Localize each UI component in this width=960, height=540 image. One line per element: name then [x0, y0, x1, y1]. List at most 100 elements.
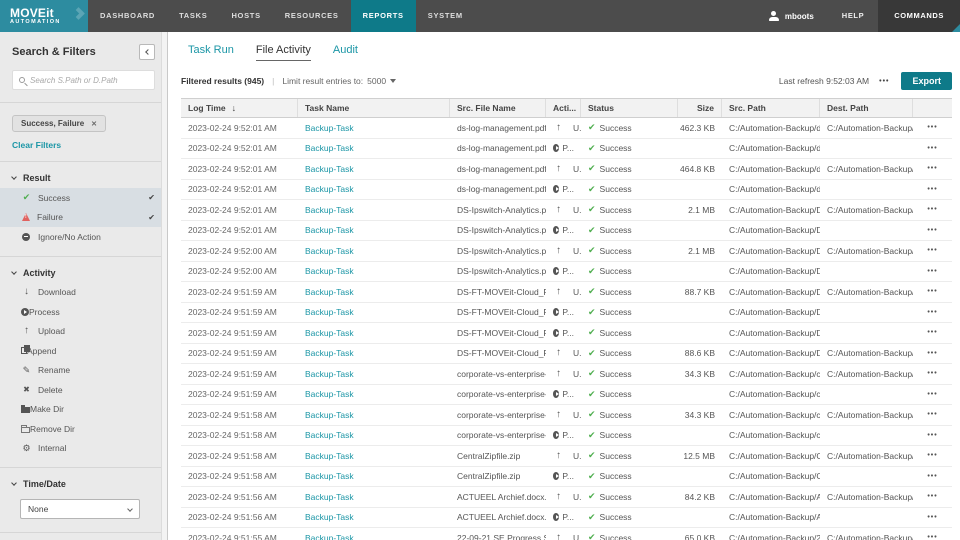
task-name-link[interactable]: Backup-Task [305, 430, 354, 440]
row-actions-button[interactable]: ••• [927, 309, 937, 316]
row-actions-button[interactable]: ••• [927, 247, 937, 254]
clear-filters-link[interactable]: Clear Filters [12, 140, 61, 150]
activity-filter-upload[interactable]: ↑Upload [0, 322, 167, 342]
column-header[interactable]: Status [581, 99, 678, 117]
task-name-link[interactable]: Backup-Task [305, 369, 354, 379]
task-name-link[interactable]: Backup-Task [305, 164, 354, 174]
row-actions-button[interactable]: ••• [927, 227, 937, 234]
row-actions-button[interactable]: ••• [927, 534, 937, 540]
activity-filter-make-dir[interactable]: Make Dir [0, 400, 167, 420]
row-actions-button[interactable]: ••• [927, 165, 937, 172]
task-name-link[interactable]: Backup-Task [305, 123, 354, 133]
chip-remove-icon[interactable]: ✕ [91, 120, 97, 128]
row-actions-button[interactable]: ••• [927, 206, 937, 213]
limit-entries-dropdown[interactable]: Limit result entries to: 5000 [282, 76, 396, 86]
table-row: 2023-02-24 9:51:55 AM Backup-Task 22-09-… [181, 528, 952, 540]
commands-button[interactable]: COMMANDS [878, 0, 960, 32]
row-actions-button[interactable]: ••• [927, 493, 937, 500]
sort-desc-icon[interactable]: ↓ [232, 103, 237, 113]
column-header[interactable]: Size [678, 99, 722, 117]
task-name-link[interactable]: Backup-Task [305, 287, 354, 297]
row-actions-button[interactable]: ••• [927, 370, 937, 377]
tab-task-run[interactable]: Task Run [188, 44, 234, 61]
nav-item-system[interactable]: SYSTEM [416, 0, 475, 32]
user-menu[interactable]: mboots [755, 0, 828, 32]
activity-filter-download[interactable]: ↓Download [0, 283, 167, 303]
row-actions-button[interactable]: ••• [927, 411, 937, 418]
result-filter-success[interactable]: ✔Success ✔ [0, 188, 167, 208]
app-logo[interactable]: MOVEit AUTOMATION [0, 0, 88, 32]
help-button[interactable]: HELP [828, 0, 878, 32]
column-header[interactable]: Dest. Path [820, 99, 913, 117]
task-name-link[interactable]: Backup-Task [305, 492, 354, 502]
activity-filter-rename[interactable]: ✎Rename [0, 361, 167, 381]
task-name-link[interactable]: Backup-Task [305, 205, 354, 215]
column-header[interactable]: Src. File Name [450, 99, 546, 117]
result-filter-ignore-no-action[interactable]: Ignore/No Action [0, 227, 167, 247]
activity-section-header[interactable]: Activity [0, 264, 167, 283]
task-name-link[interactable]: Backup-Task [305, 307, 354, 317]
column-header[interactable]: Src. Path [722, 99, 820, 117]
task-name-link[interactable]: Backup-Task [305, 451, 354, 461]
row-actions-button[interactable]: ••• [927, 288, 937, 295]
task-name-link[interactable]: Backup-Task [305, 143, 354, 153]
column-header[interactable]: Acti... [546, 99, 581, 117]
activity-filter-append[interactable]: Append [0, 341, 167, 361]
timedate-section-header[interactable]: Time/Date [0, 475, 167, 494]
column-header[interactable] [913, 99, 952, 117]
task-name-link[interactable]: Backup-Task [305, 246, 354, 256]
cell-size [678, 426, 722, 446]
filter-chip[interactable]: Success, Failure ✕ [12, 115, 106, 132]
task-name-link[interactable]: Backup-Task [305, 512, 354, 522]
row-actions-button[interactable]: ••• [927, 145, 937, 152]
row-actions-button[interactable]: ••• [927, 514, 937, 521]
row-actions-button[interactable]: ••• [927, 452, 937, 459]
tab-audit[interactable]: Audit [333, 44, 358, 61]
row-actions-button[interactable]: ••• [927, 350, 937, 357]
task-name-link[interactable]: Backup-Task [305, 533, 354, 540]
cell-src-file-name: ds-log-management.pdf [450, 159, 546, 179]
activity-filter-remove-dir[interactable]: Remove Dir [0, 419, 167, 439]
task-name-link[interactable]: Backup-Task [305, 225, 354, 235]
row-actions-button[interactable]: ••• [927, 432, 937, 439]
cell-dest-path: C:/Automation-Backup/Ba... [820, 159, 913, 179]
sidebar-collapse-button[interactable] [139, 44, 155, 60]
nav-item-hosts[interactable]: HOSTS [219, 0, 272, 32]
task-name-link[interactable]: Backup-Task [305, 389, 354, 399]
row-actions-button[interactable]: ••• [927, 268, 937, 275]
cell-src-path: C:/Automation-Backup/ds... [722, 180, 820, 200]
column-header[interactable]: Task Name [298, 99, 450, 117]
row-actions-button[interactable]: ••• [927, 186, 937, 193]
result-filter-failure[interactable]: Failure ✔ [0, 208, 167, 228]
row-actions-button[interactable]: ••• [927, 329, 937, 336]
column-header[interactable]: Log Time↓ [181, 99, 298, 117]
nav-item-tasks[interactable]: TASKS [167, 0, 219, 32]
cell-src-file-name: DS-Ipswitch-Analytics.pdf [450, 241, 546, 261]
row-actions-button[interactable]: ••• [927, 473, 937, 480]
nav-item-dashboard[interactable]: DASHBOARD [88, 0, 167, 32]
refresh-more-button[interactable]: ••• [879, 78, 889, 85]
activity-filter-delete[interactable]: ✖Delete [0, 380, 167, 400]
cell-src-file-name: ACTUEEL Archief.docx.zip [450, 487, 546, 507]
timedate-select[interactable]: None [20, 499, 140, 519]
task-name-link[interactable]: Backup-Task [305, 266, 354, 276]
row-actions-button[interactable]: ••• [927, 124, 937, 131]
task-name-link[interactable]: Backup-Task [305, 184, 354, 194]
row-actions-button[interactable]: ••• [927, 391, 937, 398]
search-input[interactable] [30, 76, 148, 85]
export-button[interactable]: Export [901, 72, 952, 90]
tab-file-activity[interactable]: File Activity [256, 44, 311, 61]
task-name-link[interactable]: Backup-Task [305, 348, 354, 358]
task-name-link[interactable]: Backup-Task [305, 471, 354, 481]
cell-dest-path [820, 467, 913, 487]
cell-dest-path: C:/Automation-Backup/Ba... [820, 487, 913, 507]
upload-icon: ↑ [553, 410, 564, 420]
activity-filter-process[interactable]: Process [0, 302, 167, 322]
activity-filter-internal[interactable]: ⚙Internal [0, 439, 167, 459]
nav-item-reports[interactable]: REPORTS [351, 0, 416, 32]
result-section-header[interactable]: Result [0, 169, 167, 188]
nav-item-resources[interactable]: RESOURCES [273, 0, 351, 32]
task-name-link[interactable]: Backup-Task [305, 328, 354, 338]
task-name-link[interactable]: Backup-Task [305, 410, 354, 420]
cell-src-path: C:/Automation-Backup/DS... [722, 303, 820, 323]
